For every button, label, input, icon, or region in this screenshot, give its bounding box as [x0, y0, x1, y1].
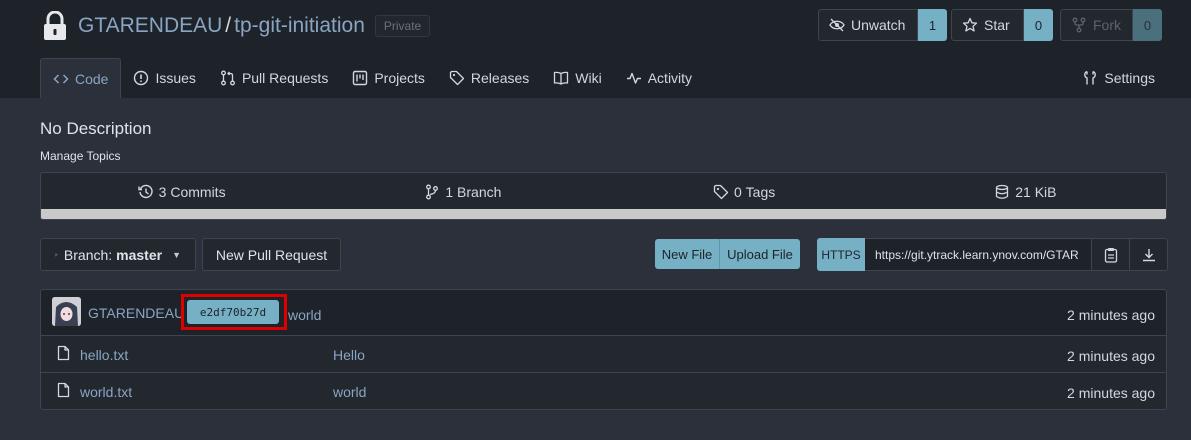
- history-icon: [137, 184, 153, 199]
- avatar-image: [52, 297, 81, 326]
- tab-label: Issues: [155, 70, 196, 86]
- download-icon: [1142, 248, 1155, 261]
- star-icon: [962, 17, 978, 32]
- tools-icon: [1084, 70, 1097, 85]
- new-file-button[interactable]: New File: [655, 239, 720, 269]
- tab-code[interactable]: Code: [40, 58, 122, 98]
- repo-name-link[interactable]: tp-git-initiation: [234, 14, 365, 38]
- repo-tabs: Code Issues Pull Requests Projects Relea…: [40, 58, 704, 98]
- tab-label: Releases: [470, 70, 530, 86]
- pull-request-icon: [220, 70, 235, 86]
- commit-sha-button[interactable]: e2df70b27d: [187, 300, 279, 324]
- fork-label: Fork: [1093, 17, 1121, 33]
- branch-icon: [55, 253, 58, 256]
- repo-header: GTARENDEAU / tp-git-initiation Private U…: [0, 0, 1191, 98]
- eye-slash-icon: [829, 18, 845, 32]
- tab-label: Code: [75, 70, 109, 87]
- file-list: GTARENDEAU e2df70b27d world 2 minutes ag…: [40, 289, 1167, 410]
- repo-separator: /: [225, 14, 232, 37]
- upload-file-button[interactable]: Upload File: [720, 239, 800, 269]
- tab-issues[interactable]: Issues: [121, 58, 207, 98]
- tab-label: Activity: [647, 70, 693, 86]
- tab-label: Wiki: [575, 70, 602, 86]
- repo-owner-link[interactable]: GTARENDEAU: [78, 14, 222, 38]
- tags-stat[interactable]: 0 Tags: [604, 173, 885, 211]
- tab-wiki[interactable]: Wiki: [541, 58, 613, 98]
- tab-label: Projects: [374, 70, 425, 86]
- commits-count: 3: [158, 184, 167, 200]
- caret-down-icon: ▼: [172, 249, 181, 260]
- lock-icon: [44, 11, 66, 40]
- manage-topics-link[interactable]: Manage Topics: [40, 149, 121, 163]
- repo-description: No Description: [40, 119, 152, 138]
- commits-stat[interactable]: 3 Commits: [41, 173, 322, 211]
- branch-selector[interactable]: Branch: master ▼: [40, 238, 196, 271]
- repo-size: 21 KiB: [1015, 184, 1057, 200]
- commit-author-link[interactable]: GTARENDEAU: [88, 305, 184, 321]
- table-row: world.txt world 2 minutes ago: [41, 373, 1166, 409]
- repo-stats-bar: 3 Commits 1 Branch 0 Tags 21 KiB: [40, 172, 1167, 220]
- file-icon: [57, 382, 70, 398]
- tag-icon: [449, 70, 465, 86]
- file-commit-message-link[interactable]: Hello: [333, 347, 365, 363]
- branch-icon: [426, 184, 439, 200]
- project-icon: [353, 70, 368, 86]
- file-commit-time: 2 minutes ago: [1067, 348, 1155, 364]
- file-name-link[interactable]: hello.txt: [80, 347, 128, 363]
- branch-name: master: [116, 246, 163, 263]
- file-commit-message-link[interactable]: world: [333, 384, 366, 400]
- clone-panel: HTTPS https://git.ytrack.learn.ynov.com/…: [817, 238, 1168, 271]
- file-icon: [57, 345, 70, 361]
- size-stat: 21 KiB: [885, 173, 1166, 211]
- copy-url-button[interactable]: [1092, 238, 1130, 271]
- commits-label: Commits: [170, 184, 226, 200]
- tab-pull-requests[interactable]: Pull Requests: [208, 58, 340, 98]
- tab-releases[interactable]: Releases: [437, 58, 541, 98]
- branches-label: Branch: [457, 184, 502, 200]
- code-icon: [53, 73, 69, 84]
- file-actions: New File Upload File: [655, 239, 800, 269]
- private-badge: Private: [374, 15, 431, 37]
- tab-settings[interactable]: Settings: [1082, 58, 1155, 98]
- tab-projects[interactable]: Projects: [340, 58, 437, 98]
- watch-count[interactable]: 1: [918, 9, 947, 41]
- clipboard-icon: [1104, 247, 1117, 263]
- fork-count[interactable]: 0: [1133, 9, 1162, 41]
- table-row: hello.txt Hello 2 minutes ago: [41, 336, 1166, 373]
- tab-label: Pull Requests: [241, 70, 329, 86]
- https-protocol-button[interactable]: HTTPS: [817, 238, 865, 271]
- tags-count: 0: [733, 184, 742, 200]
- commit-message-link[interactable]: world: [288, 307, 321, 323]
- branches-count: 1: [445, 184, 454, 200]
- pulse-icon: [626, 72, 641, 84]
- commit-time: 2 minutes ago: [1067, 307, 1155, 323]
- branch-prefix: Branch:: [63, 246, 113, 263]
- fork-button[interactable]: Fork 0: [1060, 9, 1162, 41]
- issue-icon: [134, 70, 149, 86]
- avatar[interactable]: [52, 297, 81, 326]
- new-pull-request-button[interactable]: New Pull Request: [202, 238, 341, 271]
- database-icon: [996, 184, 1009, 199]
- repo-title: GTARENDEAU / tp-git-initiation Private: [42, 8, 431, 44]
- tag-icon: [713, 184, 729, 200]
- latest-commit-row: GTARENDEAU e2df70b27d world 2 minutes ag…: [41, 290, 1166, 336]
- book-icon: [554, 71, 569, 85]
- star-label: Star: [984, 17, 1010, 33]
- unwatch-label: Unwatch: [851, 17, 906, 33]
- language-stats-bar[interactable]: [41, 209, 1166, 219]
- tab-activity[interactable]: Activity: [614, 58, 704, 98]
- settings-label: Settings: [1104, 70, 1155, 86]
- clone-url-input[interactable]: https://git.ytrack.learn.ynov.com/GTAR: [865, 238, 1092, 271]
- fork-icon: [1072, 17, 1086, 33]
- file-commit-time: 2 minutes ago: [1067, 385, 1155, 401]
- tags-label: Tags: [745, 184, 776, 200]
- unwatch-button[interactable]: Unwatch 1: [818, 9, 947, 41]
- branches-stat[interactable]: 1 Branch: [322, 173, 603, 211]
- star-button[interactable]: Star 0: [951, 9, 1053, 41]
- star-count[interactable]: 0: [1024, 9, 1053, 41]
- file-name-link[interactable]: world.txt: [80, 384, 132, 400]
- download-button[interactable]: [1130, 238, 1168, 271]
